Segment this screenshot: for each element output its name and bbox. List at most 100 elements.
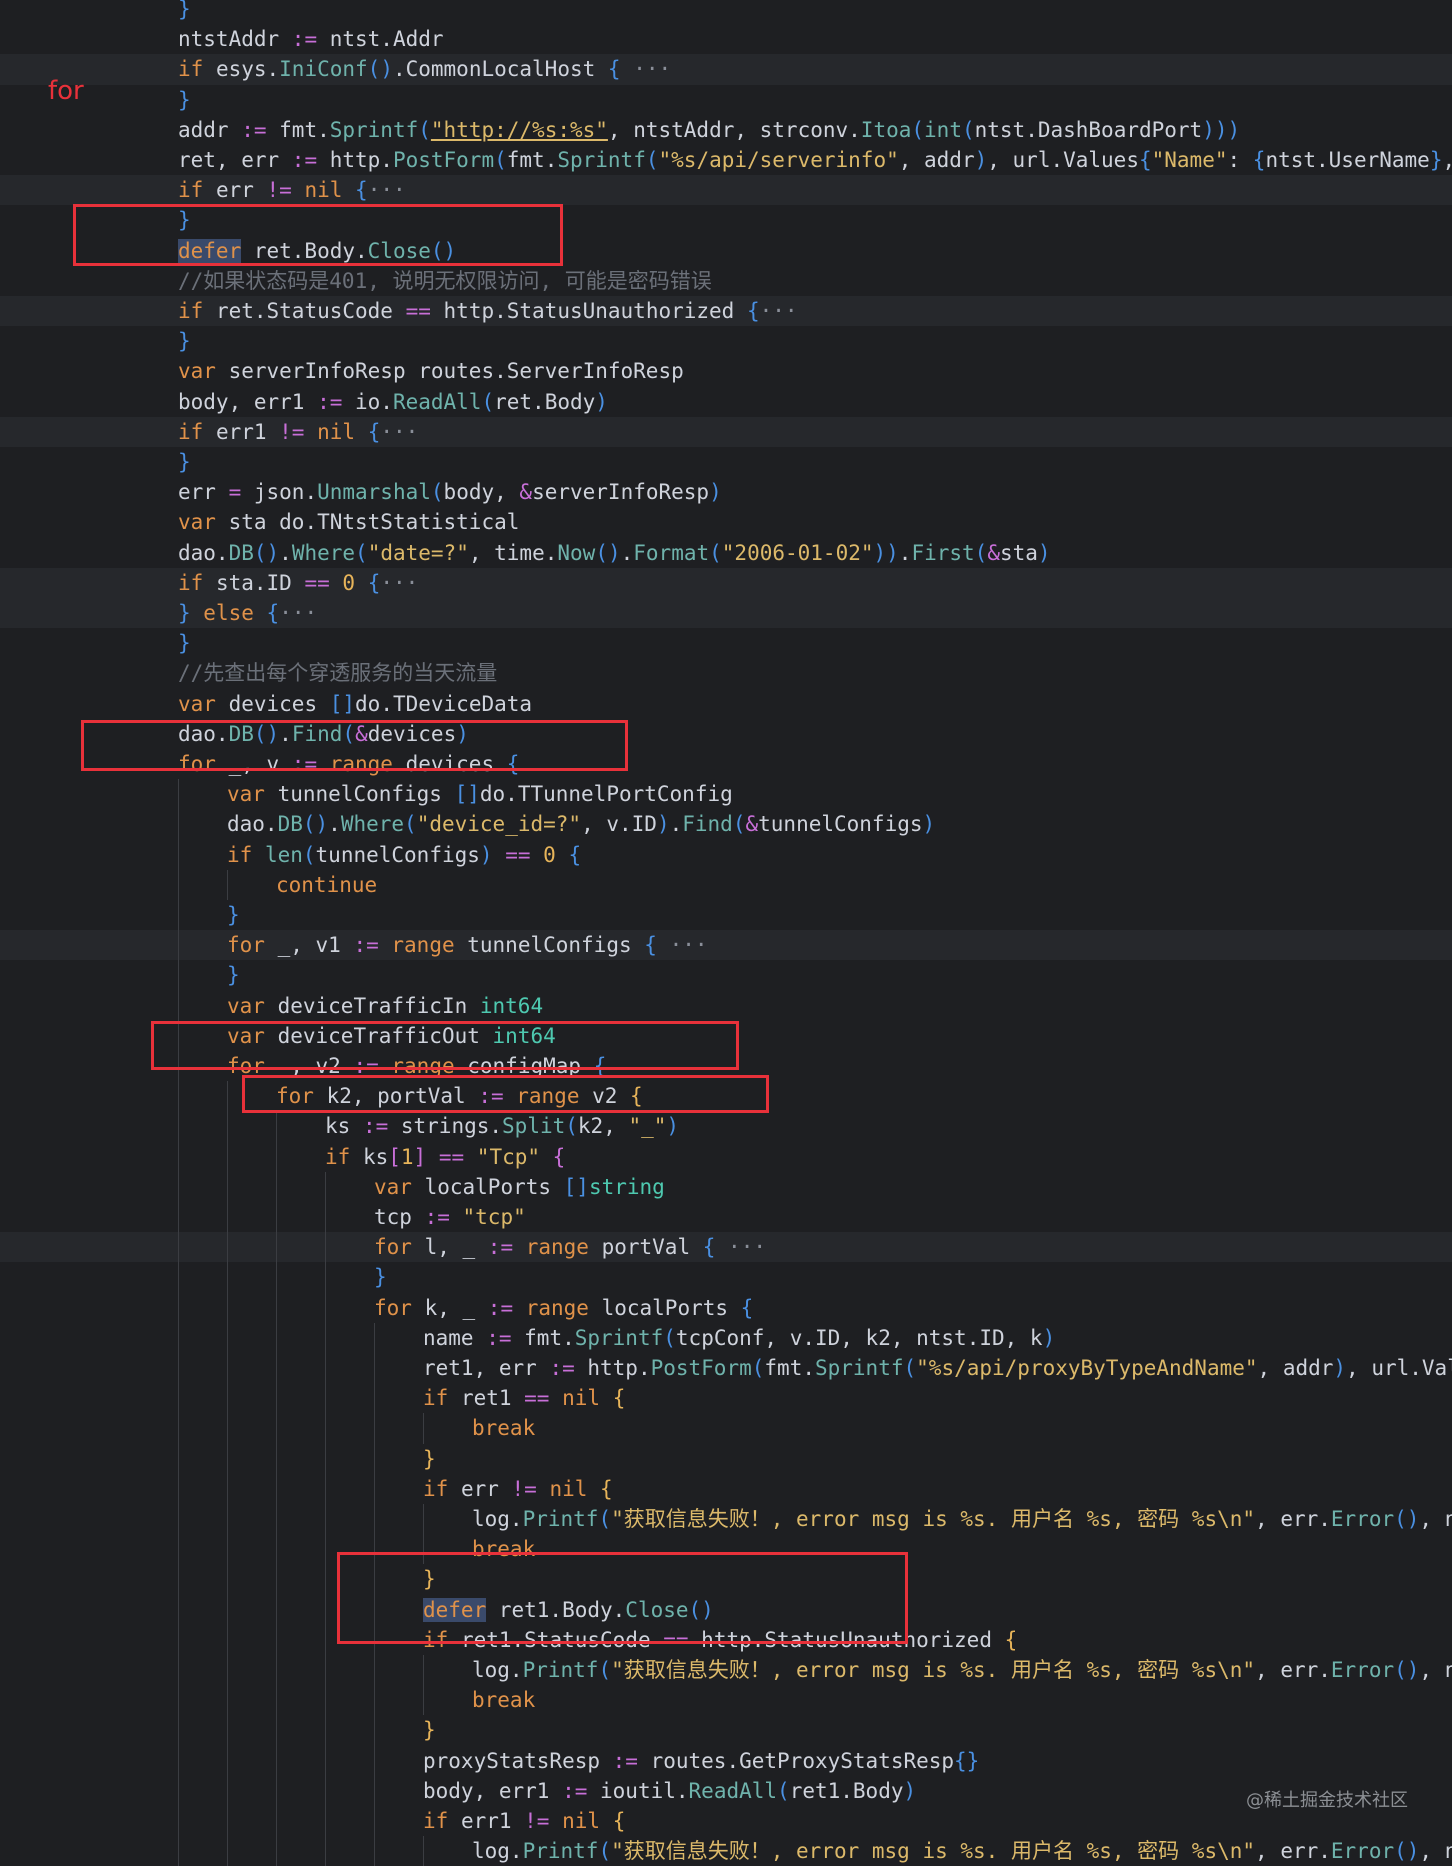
code-line[interactable]: if ret1 == nil {: [0, 1383, 1452, 1414]
code-line[interactable]: var tunnelConfigs []do.TTunnelPortConfig: [0, 779, 1452, 810]
code-token: DB: [277, 812, 303, 837]
indent-guide: [276, 1564, 277, 1595]
code-line[interactable]: log.Printf("获取信息失败！, error msg is %s. 用户…: [0, 1836, 1452, 1866]
code-line[interactable]: }: [0, 447, 1452, 477]
code-line[interactable]: }: [0, 900, 1452, 931]
code-line[interactable]: }: [0, 1715, 1452, 1746]
code-token: )): [873, 540, 899, 565]
code-line[interactable]: if sta.ID == 0 {···: [0, 567, 1452, 598]
code-line[interactable]: var devices []do.TDeviceData: [0, 689, 1452, 719]
code-line[interactable]: if ret.StatusCode == http.StatusUnauthor…: [0, 296, 1452, 327]
code-line[interactable]: if err != nil {···: [0, 175, 1452, 206]
code-line[interactable]: log.Printf("获取信息失败！, error msg is %s. 用户…: [0, 1504, 1452, 1535]
code-line[interactable]: for l, _ := range portVal { ···: [0, 1232, 1452, 1263]
code-token: ReadAll: [688, 1778, 778, 1803]
code-line[interactable]: addr := fmt.Sprintf("http://%s:%s", ntst…: [0, 115, 1452, 145]
code-line[interactable]: proxyStatsResp := routes.GetProxyStatsRe…: [0, 1745, 1452, 1776]
code-token: log.: [472, 1839, 523, 1864]
code-line[interactable]: dao.DB().Where("device_id=?", v.ID).Find…: [0, 809, 1452, 840]
indent-guide: [276, 1806, 277, 1837]
indent-guide: [227, 1624, 228, 1655]
indent-guide: [276, 1775, 277, 1806]
code-text: var devices []do.TDeviceData: [178, 689, 532, 719]
code-token: ···: [715, 1235, 766, 1260]
code-line[interactable]: ntstAddr := ntst.Addr: [0, 24, 1452, 54]
code-token: PostForm: [650, 1356, 752, 1380]
code-token: "2006-01-02": [721, 540, 874, 565]
code-line[interactable]: }: [0, 85, 1452, 115]
indent-guide: [178, 1171, 179, 1202]
indent-guide: [374, 1685, 375, 1716]
code-line[interactable]: err = json.Unmarshal(body, &serverInfoRe…: [0, 477, 1452, 507]
indent-guide: [276, 1262, 277, 1293]
code-line[interactable]: ks := strings.Split(k2, "_"): [0, 1111, 1452, 1142]
code-text: if err != nil {: [423, 1474, 613, 1504]
code-line[interactable]: } else {···: [0, 598, 1452, 629]
code-line[interactable]: }: [0, 628, 1452, 658]
code-line[interactable]: if esys.IniConf().CommonLocalHost { ···: [0, 54, 1452, 85]
code-token: Where: [340, 812, 405, 837]
indent-guide: [325, 1836, 326, 1866]
code-line[interactable]: if ks[1] == "Tcp" {: [0, 1141, 1452, 1172]
code-token: }: [178, 601, 191, 625]
code-token: First: [911, 540, 975, 565]
code-token: sta.ID: [203, 570, 305, 595]
code-line[interactable]: //先查出每个穿透服务的当天流量: [0, 658, 1452, 688]
code-token: (: [418, 117, 431, 142]
code-line[interactable]: for _, v1 := range tunnelConfigs { ···: [0, 930, 1452, 961]
code-token: }: [1429, 148, 1443, 172]
code-line[interactable]: break: [0, 1413, 1452, 1444]
indent-guide: [227, 1262, 228, 1293]
code-line[interactable]: if err != nil {: [0, 1473, 1452, 1504]
code-line[interactable]: var localPorts []string: [0, 1171, 1452, 1202]
code-token: var: [178, 359, 216, 384]
code-token: ret1, err: [423, 1356, 550, 1380]
code-token: k2,: [577, 1114, 629, 1139]
code-text: log.Printf("获取信息失败！, error msg is %s. 用户…: [472, 1655, 1452, 1685]
indent-guide: [227, 1473, 228, 1504]
code-line[interactable]: }: [0, 1443, 1452, 1474]
indent-guide: [178, 1443, 179, 1474]
code-line[interactable]: if len(tunnelConfigs) == 0 {: [0, 839, 1452, 870]
code-token: deviceTrafficIn: [264, 993, 480, 1018]
code-line[interactable]: tcp := "tcp": [0, 1202, 1452, 1233]
code-line[interactable]: }: [0, 0, 1452, 24]
code-token: "获取信息失败！, error msg is %s. 用户名 %s, 密码 %s…: [611, 1839, 1256, 1864]
indent-guide: [178, 1473, 179, 1504]
code-token: , err.: [1255, 1839, 1331, 1864]
code-line[interactable]: var serverInfoResp routes.ServerInfoResp: [0, 356, 1452, 386]
code-line[interactable]: dao.DB().Where("date=?", time.Now().Form…: [0, 538, 1452, 568]
code-token: {: [367, 570, 381, 595]
code-token: k, _: [411, 1295, 488, 1320]
code-line[interactable]: body, err1 := ioutil.ReadAll(ret1.Body): [0, 1775, 1452, 1806]
code-line[interactable]: log.Printf("获取信息失败！, error msg is %s. 用户…: [0, 1655, 1452, 1686]
code-line[interactable]: var deviceTrafficIn int64: [0, 990, 1452, 1021]
code-line[interactable]: }: [0, 1262, 1452, 1293]
code-token: dao.: [227, 812, 278, 837]
code-line[interactable]: }: [0, 960, 1452, 991]
code-text: var sta do.TNtstStatistical: [178, 507, 519, 537]
code-line[interactable]: //如果状态码是401, 说明无权限访问, 可能是密码错误: [0, 266, 1452, 296]
code-line[interactable]: ret1, err := http.PostForm(fmt.Sprintf("…: [0, 1353, 1452, 1384]
code-line[interactable]: for k, _ := range localPorts {: [0, 1292, 1452, 1323]
code-token: (: [404, 812, 417, 837]
code-line[interactable]: ret, err := http.PostForm(fmt.Sprintf("%…: [0, 145, 1452, 175]
code-line[interactable]: break: [0, 1685, 1452, 1716]
code-text: proxyStatsResp := routes.GetProxyStatsRe…: [423, 1746, 979, 1776]
code-token: {: [1252, 148, 1266, 172]
code-token: range: [378, 933, 455, 958]
code-line[interactable]: body, err1 := io.ReadAll(ret.Body): [0, 387, 1452, 417]
code-line[interactable]: name := fmt.Sprintf(tcpConf, v.ID, k2, n…: [0, 1322, 1452, 1353]
indent-guide: [374, 1655, 375, 1686]
indent-guide: [325, 1171, 326, 1202]
code-line[interactable]: var sta do.TNtstStatistical: [0, 507, 1452, 537]
code-line[interactable]: continue: [0, 869, 1452, 900]
code-line[interactable]: if err1 != nil {: [0, 1806, 1452, 1837]
code-line[interactable]: }: [0, 326, 1452, 356]
code-text: }: [423, 1444, 436, 1474]
indent-guide: [325, 1564, 326, 1595]
code-line[interactable]: if err1 != nil {···: [0, 416, 1452, 447]
code-text: for k, _ := range localPorts {: [374, 1293, 753, 1323]
